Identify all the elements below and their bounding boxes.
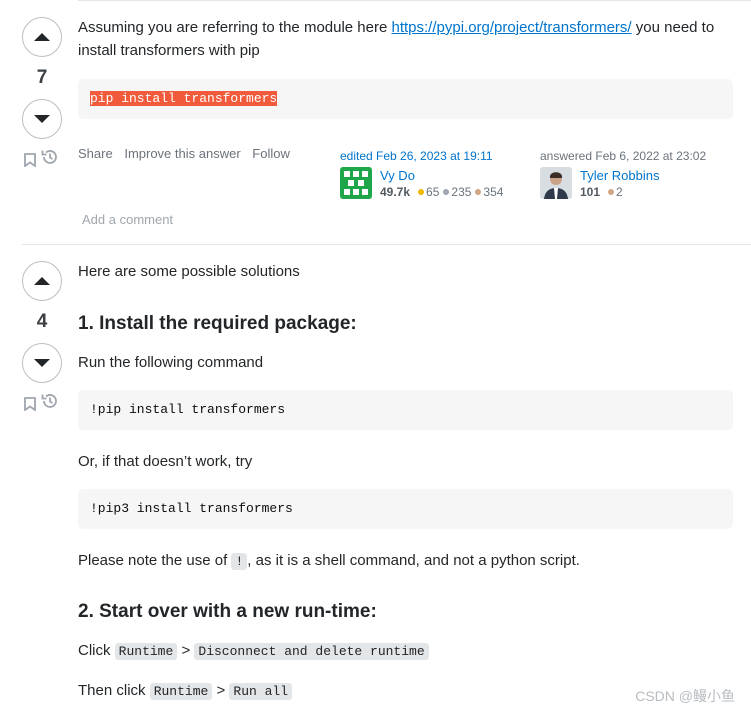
highlighted-code: pip install transformers bbox=[90, 91, 278, 106]
reputation: 49.7k bbox=[380, 184, 411, 199]
history-icon[interactable] bbox=[40, 391, 60, 411]
history-icon[interactable] bbox=[40, 147, 60, 167]
improve-answer-link[interactable]: Improve this answer bbox=[124, 146, 240, 161]
text: > bbox=[181, 642, 191, 659]
section-heading: 2. Start over with a new run-time: bbox=[78, 601, 377, 622]
bookmark-icon[interactable] bbox=[23, 153, 36, 168]
downvote-button[interactable] bbox=[22, 99, 62, 139]
vote-count: 4 bbox=[36, 311, 48, 332]
bronze-count: 2 bbox=[616, 184, 623, 199]
avatar[interactable] bbox=[540, 167, 572, 199]
text: > bbox=[216, 682, 226, 699]
text: , as it is a shell command, and not a py… bbox=[247, 552, 580, 569]
answer-1: 7 Assuming you are referring to the modu… bbox=[0, 0, 751, 244]
answer-body: Assuming you are referring to the module… bbox=[78, 16, 733, 119]
vote-cell: 4 bbox=[22, 261, 62, 416]
add-comment-link[interactable]: Add a comment bbox=[82, 212, 173, 227]
follow-link[interactable]: Follow bbox=[252, 146, 290, 161]
arrow-down-icon bbox=[34, 359, 50, 367]
answer-intro: Assuming you are referring to the module… bbox=[78, 16, 733, 62]
bronze-count: 354 bbox=[483, 184, 504, 199]
paragraph: Run the following command bbox=[78, 354, 264, 371]
user-stats: 101 2 bbox=[580, 185, 659, 199]
arrow-up-icon bbox=[34, 277, 50, 285]
user-stats: 49.7k 65 235 354 bbox=[380, 185, 503, 199]
answer-2: 4 Here are some possible solutions 1. In… bbox=[0, 245, 751, 712]
paragraph: Please note the use of !, as it is a she… bbox=[78, 549, 733, 573]
avatar[interactable] bbox=[340, 167, 372, 199]
upvote-button[interactable] bbox=[22, 17, 62, 57]
user-name[interactable]: Vy Do bbox=[380, 168, 503, 183]
section-heading: 1. Install the required package: bbox=[78, 313, 357, 334]
bronze-badge-icon bbox=[475, 188, 482, 195]
author-signature: answered Feb 6, 2022 at 23:02 Tyler Robb… bbox=[540, 149, 706, 199]
vote-cell: 7 bbox=[22, 17, 62, 172]
user-name[interactable]: Tyler Robbins bbox=[580, 168, 659, 183]
answer-intro: Here are some possible solutions bbox=[78, 263, 300, 280]
inline-code: Run all bbox=[229, 683, 293, 700]
code-block: pip install transformers bbox=[78, 79, 733, 119]
answered-time: answered Feb 6, 2022 at 23:02 bbox=[540, 149, 707, 163]
post-menu: Share Improve this answer Follow bbox=[78, 146, 298, 161]
text: Click bbox=[78, 642, 111, 659]
arrow-up-icon bbox=[34, 33, 50, 41]
gold-count: 65 bbox=[426, 184, 440, 199]
paragraph: Click Runtime > Disconnect and delete ru… bbox=[78, 639, 733, 663]
inline-code: ! bbox=[231, 553, 248, 570]
upvote-button[interactable] bbox=[22, 261, 62, 301]
gold-badge-icon bbox=[418, 188, 425, 195]
inline-code: Runtime bbox=[114, 643, 178, 660]
downvote-button[interactable] bbox=[22, 343, 62, 383]
inline-code: Disconnect and delete runtime bbox=[194, 643, 429, 660]
pypi-link[interactable]: https://pypi.org/project/transformers/ bbox=[392, 19, 632, 36]
code-block: !pip3 install transformers bbox=[78, 489, 733, 529]
watermark: CSDN @鳗小鱼 bbox=[635, 688, 735, 704]
text: Then click bbox=[78, 682, 146, 699]
edited-time[interactable]: edited Feb 26, 2023 at 19:11 bbox=[340, 149, 503, 163]
text: Please note the use of bbox=[78, 552, 232, 569]
editor-signature: edited Feb 26, 2023 at 19:11 Vy Do 49.7k… bbox=[340, 149, 503, 199]
inline-code: Runtime bbox=[149, 683, 213, 700]
silver-badge-icon bbox=[443, 188, 450, 195]
answer-body: Here are some possible solutions 1. Inst… bbox=[78, 260, 733, 703]
paragraph: Or, if that doesn’t work, try bbox=[78, 453, 253, 470]
share-link[interactable]: Share bbox=[78, 146, 113, 161]
silver-count: 235 bbox=[451, 184, 472, 199]
code-block: !pip install transformers bbox=[78, 390, 733, 430]
intro-text: Assuming you are referring to the module… bbox=[78, 19, 392, 36]
bookmark-icon[interactable] bbox=[23, 397, 36, 412]
reputation: 101 bbox=[580, 184, 601, 199]
vote-count: 7 bbox=[36, 67, 48, 88]
bronze-badge-icon bbox=[608, 188, 615, 195]
arrow-down-icon bbox=[34, 115, 50, 123]
